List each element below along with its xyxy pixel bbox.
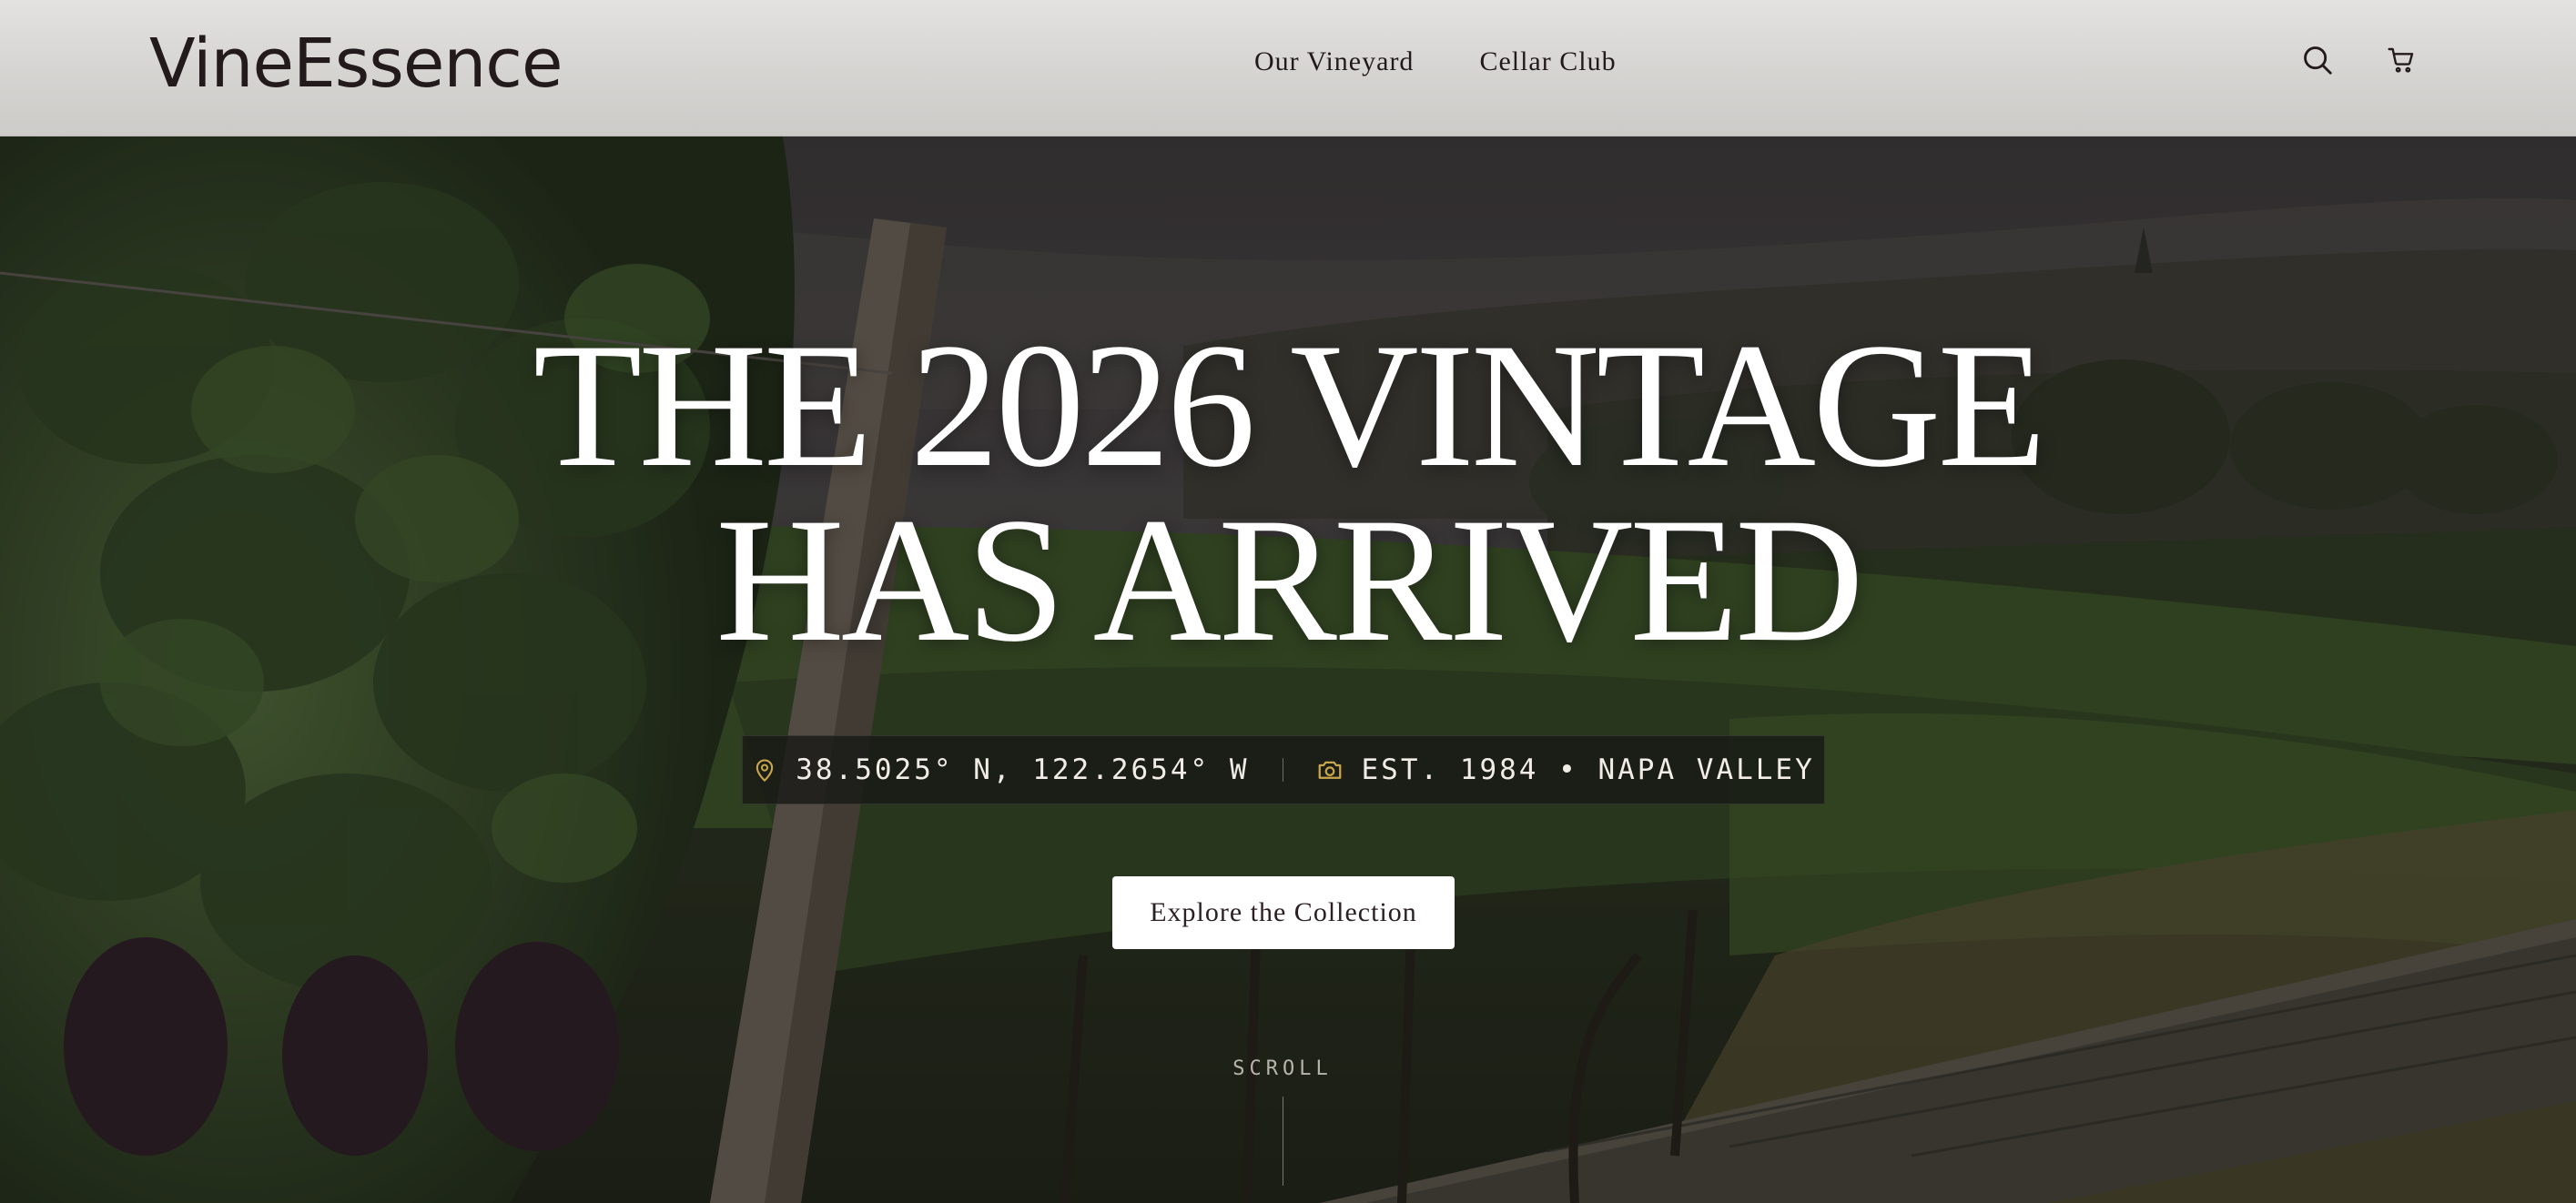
search-button[interactable] <box>2297 40 2338 80</box>
header-actions <box>2297 40 2421 80</box>
camera-icon <box>1318 761 1341 779</box>
search-icon <box>2304 46 2332 75</box>
established-text: EST. 1984 • NAPA VALLEY <box>1361 753 1815 786</box>
main-nav: Our Vineyard Cellar Club <box>1254 44 1617 80</box>
hero-headline-line-2: HAS ARRIVED <box>715 481 1863 679</box>
nav-link-cellar-club[interactable]: Cellar Club <box>1479 44 1616 80</box>
hero-headline-line-1: THE 2026 VINTAGE <box>532 307 2047 504</box>
scroll-indicator-label[interactable]: SCROLL <box>0 1057 2565 1080</box>
explore-collection-button[interactable]: Explore the Collection <box>1112 876 1455 949</box>
cart-button[interactable] <box>2381 40 2421 80</box>
hero-headline: THE 2026 VINTAGE HAS ARRIVED <box>0 307 2576 679</box>
brand-logo[interactable]: VineEssence <box>149 18 563 109</box>
coordinates-item: 38.5025° N, 122.2654° W <box>752 753 1249 786</box>
site-header: VineEssence Our Vineyard Cellar Club <box>0 0 2576 136</box>
nav-link-our-vineyard[interactable]: Our Vineyard <box>1254 44 1414 80</box>
hero-section: THE 2026 VINTAGE HAS ARRIVED 38.5025° N,… <box>0 136 2576 1203</box>
cart-icon <box>2388 47 2414 73</box>
location-info-bar: 38.5025° N, 122.2654° W EST. 1984 • NAPA… <box>742 735 1825 804</box>
established-item: EST. 1984 • NAPA VALLEY <box>1316 753 1815 786</box>
coordinates-text: 38.5025° N, 122.2654° W <box>796 753 1250 786</box>
map-pin-icon <box>756 759 774 782</box>
